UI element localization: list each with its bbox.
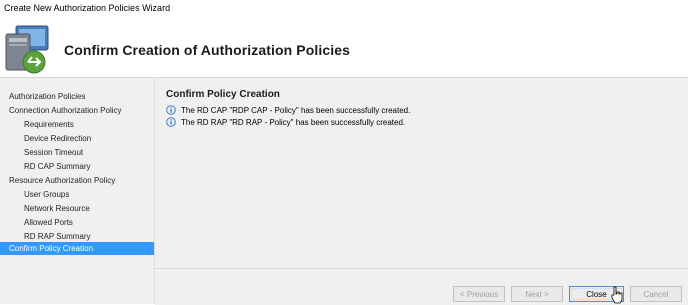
sidebar-item-authorization-policies[interactable]: Authorization Policies (0, 90, 154, 103)
info-icon (166, 117, 176, 127)
sidebar-item-resource-authorization-policy[interactable]: Resource Authorization Policy (0, 174, 154, 187)
info-icon (166, 105, 176, 115)
sidebar-item-device-redirection[interactable]: Device Redirection (0, 132, 154, 145)
computer-network-icon (5, 25, 49, 74)
status-message-text: The RD RAP "RD RAP - Policy" has been su… (181, 118, 406, 127)
sidebar-item-session-timeout[interactable]: Session Timeout (0, 146, 154, 159)
sidebar-item-user-groups[interactable]: User Groups (0, 188, 154, 201)
previous-button[interactable]: < Previous (453, 286, 505, 302)
wizard-header: Confirm Creation of Authorization Polici… (0, 16, 688, 76)
cancel-button[interactable]: Cancel (630, 286, 682, 302)
page-title: Confirm Creation of Authorization Polici… (64, 42, 351, 58)
button-bar: < Previous Next > Close Cancel (155, 268, 688, 305)
sidebar-item-requirements[interactable]: Requirements (0, 118, 154, 131)
sidebar-item-network-resource[interactable]: Network Resource (0, 202, 154, 215)
window-title: Create New Authorization Policies Wizard (4, 3, 171, 13)
hand-cursor-icon (611, 286, 623, 304)
content-panel: Confirm Policy Creation The RD CAP "RDP … (155, 78, 688, 268)
sidebar-item-connection-authorization-policy[interactable]: Connection Authorization Policy (0, 104, 154, 117)
wizard-step-list: Authorization Policies Connection Author… (0, 78, 155, 304)
next-button[interactable]: Next > (511, 286, 563, 302)
section-title: Confirm Policy Creation (166, 89, 280, 100)
status-message-text: The RD CAP "RDP CAP - Policy" has been s… (181, 106, 411, 115)
sidebar-item-rd-cap-summary[interactable]: RD CAP Summary (0, 160, 154, 173)
sidebar-item-confirm-policy-creation[interactable]: Confirm Policy Creation (0, 242, 154, 255)
window-titlebar: Create New Authorization Policies Wizard (0, 0, 688, 16)
sidebar-item-allowed-ports[interactable]: Allowed Ports (0, 216, 154, 229)
